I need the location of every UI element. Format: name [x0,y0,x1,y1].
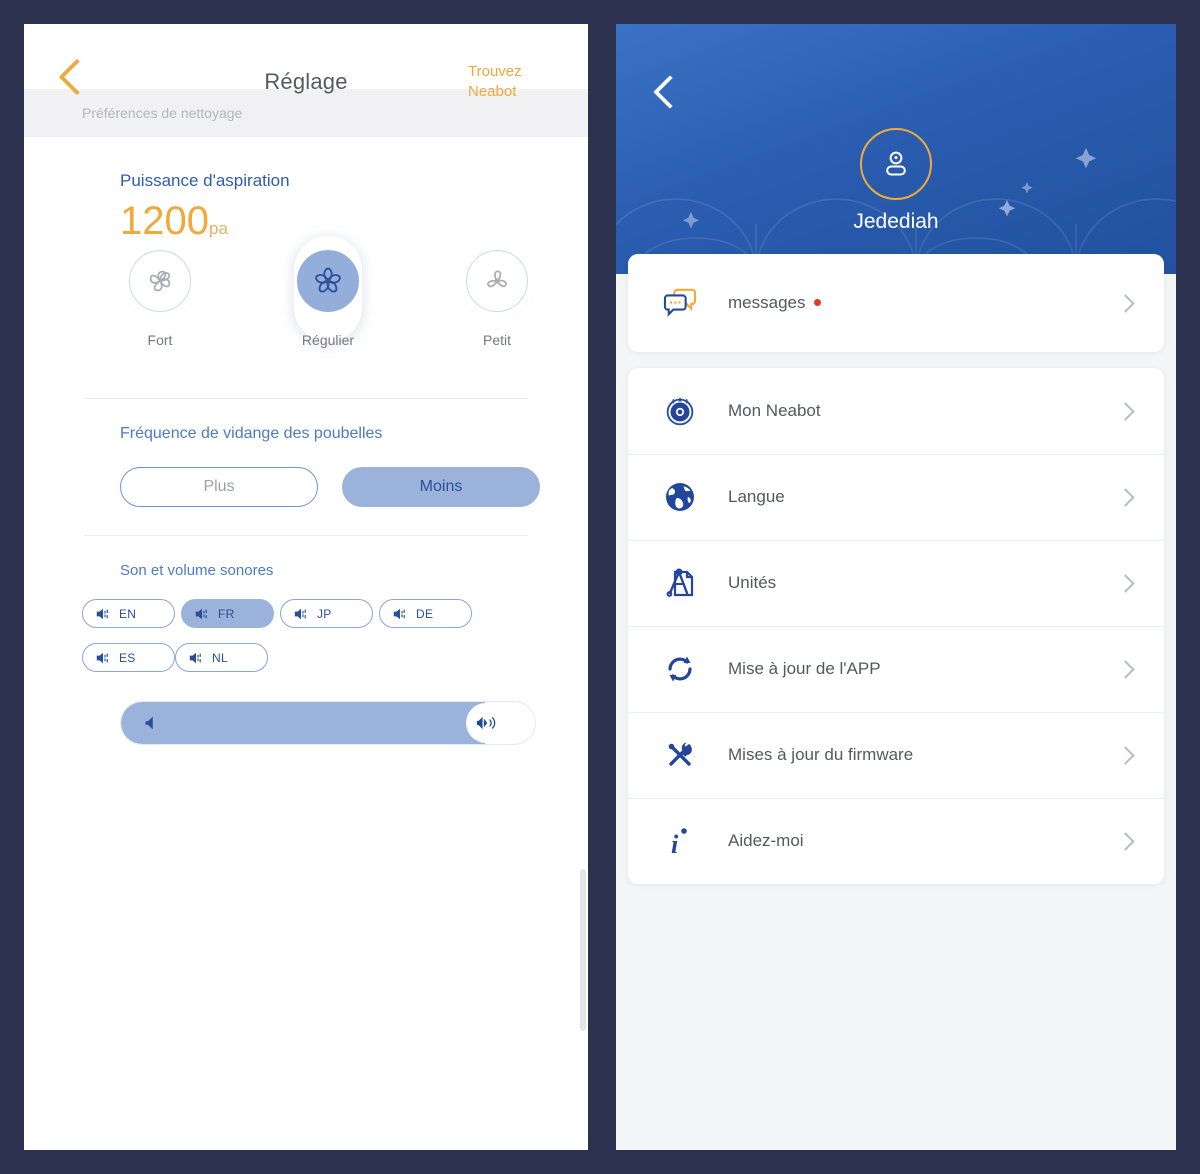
language-chip-label: DE [416,606,434,621]
language-chip-label: EN [119,606,137,621]
menu-item-mon-neabot[interactable]: Mon Neabot [628,368,1164,454]
chevron-right-icon [1116,574,1135,593]
fan-five-blade-icon [297,250,359,312]
chat-bubbles-icon [658,281,702,325]
user-avatar-icon [886,151,906,176]
chevron-right-icon [1116,488,1135,507]
suction-power-heading: Puissance d'aspiration [120,171,290,190]
menu-item-label: Mon Neabot [728,401,821,420]
menu-item-aidez-moi[interactable]: i Aidez-moi [628,798,1164,884]
suction-value-unit: pa [208,219,228,238]
suction-power-value: 1200pa [120,199,588,244]
menu-item-firmware-update[interactable]: Mises à jour du firmware [628,712,1164,798]
chevron-right-icon [1116,294,1135,313]
profile-screen-panel: Jedediah messages Mon Neabot Langue Unit… [616,24,1176,1150]
menu-item-label: Mise à jour de l'APP [728,659,881,678]
chevron-right-icon [1116,746,1135,765]
language-chip-en[interactable]: EN [82,599,175,628]
section-header-label: Préférences de nettoyage [82,105,243,121]
suction-option-label: Régulier [301,332,355,348]
language-chip-es[interactable]: ES [82,643,175,672]
language-chip-label: JP [317,606,332,621]
speaker-icon [96,652,108,663]
avatar[interactable] [860,128,932,200]
chevron-right-icon [1116,832,1135,851]
speaker-icon [195,608,207,619]
info-italic-icon: i [658,819,702,863]
sound-heading: Son et volume sonores [120,562,274,579]
language-chip-label: FR [218,606,235,621]
volume-slider-fill [121,702,486,744]
speaker-icon [393,608,405,619]
language-chip-label: NL [212,650,228,665]
compass-ruler-icon [658,561,702,605]
menu-item-label: Langue [728,487,785,506]
volume-slider[interactable] [120,701,536,745]
menu-item-label: Unités [728,573,777,592]
settings-menu-card: Mon Neabot Langue Unités Mise à jour de … [628,368,1164,884]
refresh-cycle-icon [658,647,702,691]
trash-frequency-heading: Fréquence de vidange des poubelles [120,425,383,442]
svg-text:i: i [671,830,679,858]
suction-options-row: Fort Régulier Petit [24,236,588,376]
screenshot-stage: Réglage Trouvez Neabot Préférences de ne… [0,0,1200,1174]
navigation-bar: Réglage Trouvez Neabot [24,24,588,100]
wrench-screwdriver-icon [658,733,702,777]
language-chip-de[interactable]: DE [379,599,472,628]
fan-turbine-icon [129,250,191,312]
menu-item-app-update[interactable]: Mise à jour de l'APP [628,626,1164,712]
chevron-right-icon [1116,660,1135,679]
speaker-icon [294,608,306,619]
menu-item-unites[interactable]: Unités [628,540,1164,626]
language-chip-nl[interactable]: NL [175,643,268,672]
settings-body: Puissance d'aspiration 1200pa Fort Régul… [24,171,588,745]
suction-value-number: 1200 [120,199,209,243]
menu-item-messages[interactable]: messages [628,254,1164,352]
speaker-icon [189,652,201,663]
menu-item-label: Aidez-moi [728,831,804,850]
profile-header: Jedediah [616,24,1176,274]
messages-label-text: messages [728,293,806,312]
menu-item-label: Mises à jour du firmware [728,745,914,764]
profile-username: Jedediah [853,210,939,233]
trash-frequency-plus-button[interactable]: Plus [120,467,318,507]
suction-option-regulier[interactable]: Régulier [276,236,380,348]
chevron-right-icon [1116,402,1135,421]
suction-option-petit[interactable]: Petit [445,248,549,348]
suction-option-fort[interactable]: Fort [108,248,212,348]
divider [84,535,528,536]
vertical-scrollbar[interactable] [580,869,586,1031]
language-chip-jp[interactable]: JP [280,599,373,628]
suction-option-label: Fort [147,332,173,348]
menu-item-langue[interactable]: Langue [628,454,1164,540]
messages-card: messages [628,254,1164,352]
divider [84,398,528,399]
unread-badge-dot [814,299,822,306]
volume-high-icon [476,716,496,730]
language-chip-label: ES [119,650,136,665]
volume-slider-thumb[interactable] [466,703,507,743]
globe-icon [658,475,702,519]
suction-option-label: Petit [482,332,511,348]
find-neabot-button[interactable]: Trouvez Neabot [468,62,554,102]
robot-vacuum-icon [658,389,702,433]
trash-frequency-moins-button[interactable]: Moins [342,467,540,507]
trash-frequency-options: Plus Moins [120,467,588,507]
language-chip-fr[interactable]: FR [181,599,274,628]
settings-screen-panel: Réglage Trouvez Neabot Préférences de ne… [24,24,588,1150]
fan-propeller-icon [466,250,528,312]
menu-item-label: messages [728,293,822,313]
language-chip-list: EN FR JP DE ES NL [82,599,552,687]
speaker-icon [96,608,108,619]
volume-mute-icon [145,716,153,730]
